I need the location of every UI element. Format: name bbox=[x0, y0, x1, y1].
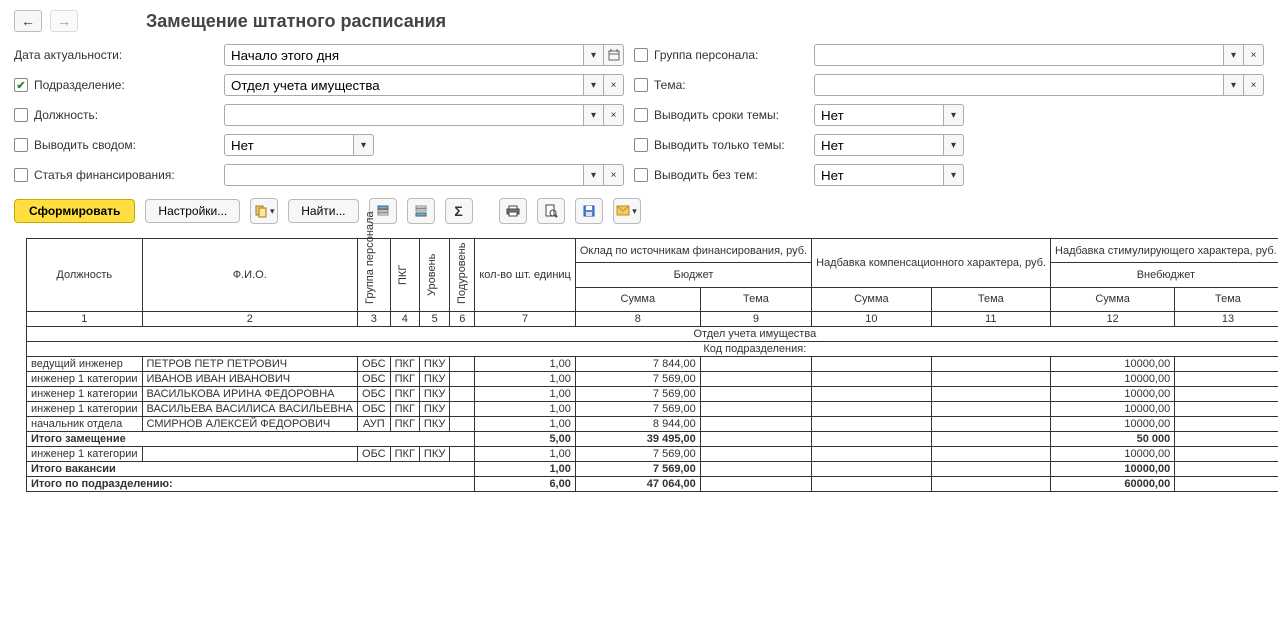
actuality-calendar-button[interactable] bbox=[604, 44, 624, 66]
finance-label: Статья финансирования: bbox=[34, 168, 175, 182]
back-button[interactable]: ← bbox=[14, 10, 42, 32]
only-themes-checkbox[interactable] bbox=[634, 138, 648, 152]
col-sublevel: Подуровень bbox=[450, 239, 475, 312]
table-row: инженер 1 категорииВАСИЛЬЕВА ВАСИЛИСА ВА… bbox=[27, 402, 1278, 417]
generate-button[interactable]: Сформировать bbox=[14, 199, 135, 223]
no-themes-label: Выводить без тем: bbox=[654, 168, 758, 182]
col-fio: Ф.И.О. bbox=[142, 239, 358, 312]
page-title: Замещение штатного расписания bbox=[146, 11, 446, 32]
theme-checkbox[interactable] bbox=[634, 78, 648, 92]
preview-icon[interactable] bbox=[537, 198, 565, 224]
actuality-dropdown-button[interactable]: ▾ bbox=[584, 44, 604, 66]
col-units: кол-во шт. единиц bbox=[475, 239, 576, 312]
group-label: Группа персонала: bbox=[654, 48, 758, 62]
theme-dropdown-button[interactable]: ▾ bbox=[1224, 74, 1244, 96]
finance-clear-button[interactable]: × bbox=[604, 164, 624, 186]
sum-icon[interactable]: Σ bbox=[445, 198, 473, 224]
settings-button[interactable]: Настройки... bbox=[145, 199, 240, 223]
find-button[interactable]: Найти... bbox=[288, 199, 358, 223]
actuality-label: Дата актуальности: bbox=[14, 48, 214, 62]
save-icon[interactable] bbox=[575, 198, 603, 224]
dept-clear-button[interactable]: × bbox=[604, 74, 624, 96]
collapse-icon[interactable] bbox=[407, 198, 435, 224]
position-dropdown-button[interactable]: ▾ bbox=[584, 104, 604, 126]
table-row: Итого замещение5,0039 495,0050 00089 495 bbox=[27, 432, 1278, 447]
col-group: Группа персонала bbox=[358, 239, 391, 312]
dept-checkbox[interactable] bbox=[14, 78, 28, 92]
position-label: Должность: bbox=[34, 108, 98, 122]
finance-checkbox[interactable] bbox=[14, 168, 28, 182]
group-dropdown-button[interactable]: ▾ bbox=[1224, 44, 1244, 66]
group-checkbox[interactable] bbox=[634, 48, 648, 62]
col-stim: Надбавка стимулирующего характера, руб. bbox=[1051, 239, 1278, 263]
theme-deadlines-dropdown-button[interactable]: ▾ bbox=[944, 104, 964, 126]
theme-label: Тема: bbox=[654, 78, 686, 92]
svodom-checkbox[interactable] bbox=[14, 138, 28, 152]
theme-input[interactable] bbox=[814, 74, 1224, 96]
dept-label: Подразделение: bbox=[34, 78, 125, 92]
finance-dropdown-button[interactable]: ▾ bbox=[584, 164, 604, 186]
col-position: Должность bbox=[27, 239, 143, 312]
table-row: Итого вакансии1,007 569,0010000,0017 569 bbox=[27, 462, 1278, 477]
dept-input[interactable] bbox=[224, 74, 584, 96]
position-input[interactable] bbox=[224, 104, 584, 126]
svodom-input[interactable] bbox=[224, 134, 354, 156]
table-row: инженер 1 категорииВАСИЛЬКОВА ИРИНА ФЕДО… bbox=[27, 387, 1278, 402]
col-comp: Надбавка компенсационного характера, руб… bbox=[812, 239, 1051, 288]
theme-deadlines-label: Выводить сроки темы: bbox=[654, 108, 779, 122]
print-icon[interactable] bbox=[499, 198, 527, 224]
forward-button[interactable]: → bbox=[50, 10, 78, 32]
no-themes-dropdown-button[interactable]: ▾ bbox=[944, 164, 964, 186]
position-clear-button[interactable]: × bbox=[604, 104, 624, 126]
col-salary: Оклад по источникам финансирования, руб. bbox=[575, 239, 811, 263]
table-row: начальник отделаСМИРНОВ АЛЕКСЕЙ ФЕДОРОВИ… bbox=[27, 417, 1278, 432]
table-row: Итого по подразделению:6,0047 064,006000… bbox=[27, 477, 1278, 492]
col-pkg: ПКГ bbox=[390, 239, 419, 312]
only-themes-input[interactable] bbox=[814, 134, 944, 156]
group-clear-button[interactable]: × bbox=[1244, 44, 1264, 66]
actuality-input[interactable] bbox=[224, 44, 584, 66]
table-row: инженер 1 категорииИВАНОВ ИВАН ИВАНОВИЧО… bbox=[27, 372, 1278, 387]
position-checkbox[interactable] bbox=[14, 108, 28, 122]
theme-deadlines-input[interactable] bbox=[814, 104, 944, 126]
only-themes-dropdown-button[interactable]: ▾ bbox=[944, 134, 964, 156]
mail-icon[interactable] bbox=[613, 198, 641, 224]
no-themes-input[interactable] bbox=[814, 164, 944, 186]
theme-deadlines-checkbox[interactable] bbox=[634, 108, 648, 122]
report-table: Должность Ф.И.О. Группа персонала ПКГ Ур… bbox=[26, 238, 1278, 492]
theme-clear-button[interactable]: × bbox=[1244, 74, 1264, 96]
group-input[interactable] bbox=[814, 44, 1224, 66]
table-row: инженер 1 категорииОБСПКГПКУ1,007 569,00… bbox=[27, 447, 1278, 462]
svodom-dropdown-button[interactable]: ▾ bbox=[354, 134, 374, 156]
no-themes-checkbox[interactable] bbox=[634, 168, 648, 182]
finance-input[interactable] bbox=[224, 164, 584, 186]
table-row: ведущий инженерПЕТРОВ ПЕТР ПЕТРОВИЧОБСПК… bbox=[27, 357, 1278, 372]
svodom-label: Выводить сводом: bbox=[34, 138, 136, 152]
copy-icon[interactable] bbox=[250, 198, 278, 224]
only-themes-label: Выводить только темы: bbox=[654, 138, 785, 152]
dept-dropdown-button[interactable]: ▾ bbox=[584, 74, 604, 96]
col-level: Уровень bbox=[419, 239, 449, 312]
